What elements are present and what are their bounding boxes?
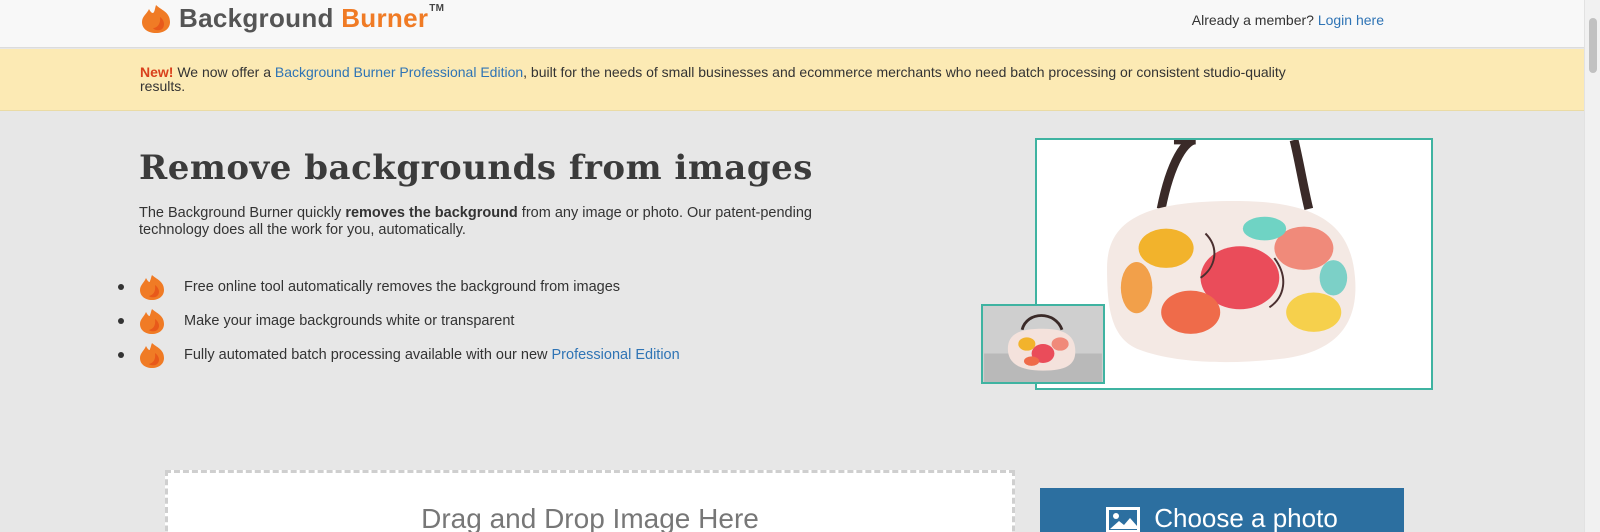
feature-item: Make your image backgrounds white or tra… bbox=[118, 304, 680, 338]
logo-wordmark: Background BurnerTM bbox=[179, 3, 444, 34]
flame-logo-icon bbox=[142, 5, 170, 33]
feature-list: Free online tool automatically removes t… bbox=[118, 270, 680, 372]
announcement-banner: New! We now offer a Background Burner Pr… bbox=[0, 49, 1584, 111]
logo-word-background: Background bbox=[179, 2, 334, 33]
login-link[interactable]: Login here bbox=[1318, 12, 1384, 28]
scrollbar-thumb[interactable] bbox=[1589, 18, 1597, 73]
bullet-dot bbox=[118, 318, 124, 324]
logo-word-burner: Burner bbox=[341, 2, 429, 33]
member-login-prompt: Already a member? Login here bbox=[1192, 12, 1384, 28]
feature-item: Free online tool automatically removes t… bbox=[118, 270, 680, 304]
page-scrollbar[interactable] bbox=[1584, 0, 1600, 532]
bullet-dot bbox=[118, 284, 124, 290]
member-text: Already a member? bbox=[1191, 12, 1314, 28]
announcement-text-before: We now offer a bbox=[173, 64, 275, 80]
image-icon bbox=[1106, 507, 1141, 532]
flame-bullet-icon bbox=[140, 309, 164, 334]
site-logo[interactable]: Background BurnerTM bbox=[139, 0, 444, 36]
handbag-original-illustration bbox=[984, 306, 1102, 382]
hero-desc-bold: removes the background bbox=[345, 205, 518, 221]
professional-edition-link[interactable]: Background Burner Professional Edition bbox=[275, 64, 523, 80]
feature-text: Fully automated batch processing availab… bbox=[184, 347, 548, 363]
choose-photo-button[interactable]: Choose a photo bbox=[1040, 488, 1404, 532]
dropzone-label: Drag and Drop Image Here bbox=[421, 503, 759, 532]
hero-description: The Background Burner quickly removes th… bbox=[139, 205, 819, 239]
trademark-mark: TM bbox=[429, 2, 445, 14]
hero-desc-before: The Background Burner quickly bbox=[139, 205, 346, 221]
feature-text: Make your image backgrounds white or tra… bbox=[184, 313, 515, 329]
feature-text: Free online tool automatically removes t… bbox=[184, 279, 621, 295]
page-title: Remove backgrounds from images bbox=[139, 148, 813, 188]
choose-photo-label: Choose a photo bbox=[1154, 503, 1338, 532]
feature-item: Fully automated batch processing availab… bbox=[118, 338, 680, 372]
professional-edition-feature-link[interactable]: Professional Edition bbox=[552, 347, 680, 363]
flame-bullet-icon bbox=[140, 275, 164, 300]
top-navbar: Background BurnerTM Already a member? Lo… bbox=[0, 0, 1584, 48]
flame-bullet-icon bbox=[140, 343, 164, 368]
bullet-dot bbox=[118, 352, 124, 358]
drag-drop-zone[interactable]: Drag and Drop Image Here bbox=[165, 470, 1015, 532]
example-original-thumbnail bbox=[981, 304, 1105, 384]
